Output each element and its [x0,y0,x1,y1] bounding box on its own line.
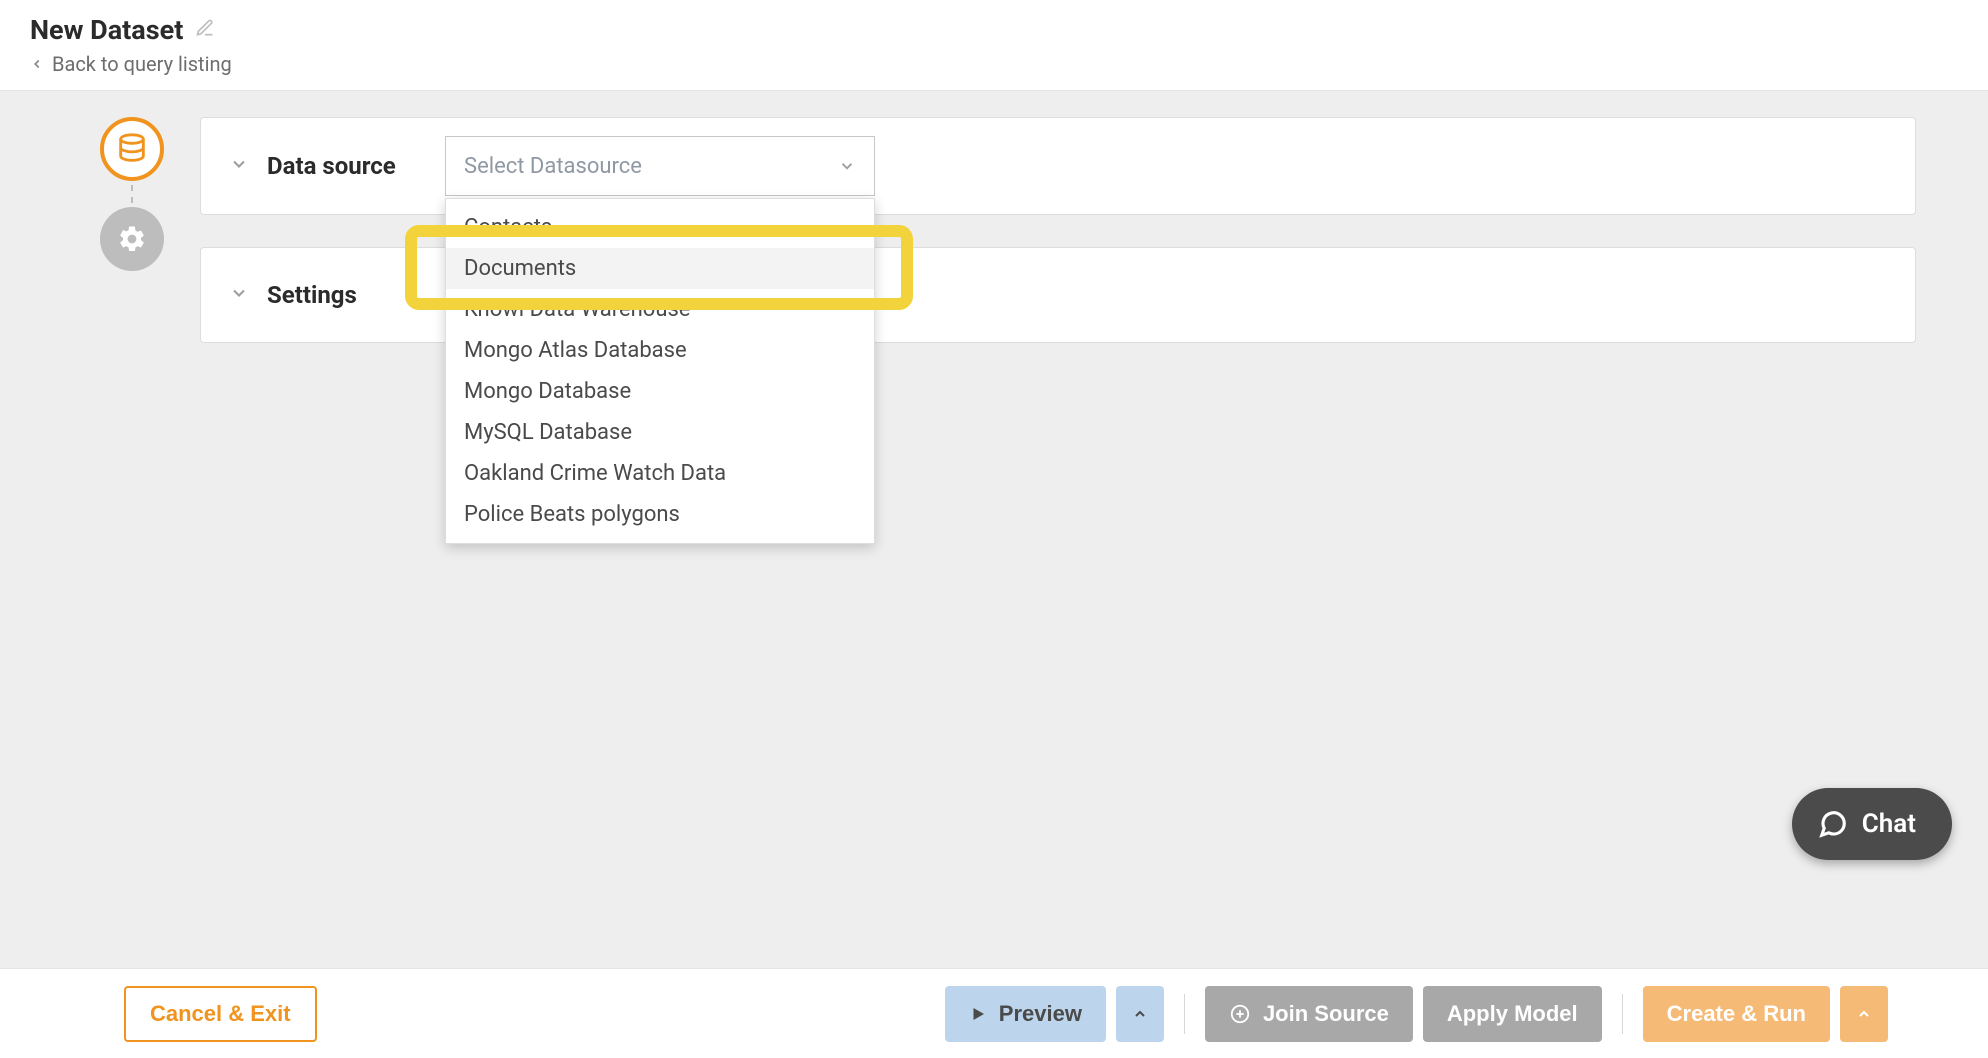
preview-caret-button[interactable] [1116,986,1164,1042]
chat-label: Chat [1862,809,1916,839]
apply-model-button[interactable]: Apply Model [1423,986,1602,1042]
join-source-label: Join Source [1263,1001,1389,1027]
preview-label: Preview [999,1001,1082,1027]
dropdown-option[interactable]: Mongo Database [446,371,874,412]
dropdown-option[interactable]: Contacts [446,207,874,248]
back-to-listing-link[interactable]: Back to query listing [30,52,1958,76]
back-label: Back to query listing [52,52,232,76]
chat-button[interactable]: Chat [1792,788,1952,860]
step-datasource-icon[interactable] [100,117,164,181]
rail-connector [131,185,133,203]
dropdown-option[interactable]: Police Beats polygons [446,494,874,535]
edit-title-icon[interactable] [195,18,215,42]
dropdown-option[interactable]: Documents [446,248,874,289]
join-source-button[interactable]: Join Source [1205,986,1413,1042]
step-rail [100,117,164,271]
datasource-dropdown: ContactsDocumentsKnowi Data WarehouseMon… [445,198,875,544]
chevron-down-icon[interactable] [229,154,249,178]
dropdown-option[interactable]: Knowi Data Warehouse [446,289,874,330]
step-settings-icon[interactable] [100,207,164,271]
settings-label: Settings [267,281,427,309]
footer-divider [1184,994,1185,1034]
datasource-select[interactable]: Select Datasource [445,136,875,196]
dropdown-option[interactable]: MySQL Database [446,412,874,453]
page-header: New Dataset Back to query listing [0,0,1988,90]
main-area: Data source Select Datasource ContactsDo… [0,90,1988,968]
preview-button[interactable]: Preview [945,986,1106,1042]
page-title: New Dataset [30,14,183,46]
dropdown-option[interactable]: Oakland Crime Watch Data [446,453,874,494]
chevron-down-icon[interactable] [229,283,249,307]
create-run-caret-button[interactable] [1840,986,1888,1042]
cancel-exit-button[interactable]: Cancel & Exit [124,986,317,1042]
create-run-button[interactable]: Create & Run [1643,986,1830,1042]
footer-divider [1622,994,1623,1034]
dropdown-option[interactable]: Mongo Atlas Database [446,330,874,371]
select-placeholder: Select Datasource [464,154,642,179]
datasource-panel: Data source Select Datasource ContactsDo… [200,117,1916,215]
footer-bar: Cancel & Exit Preview Join Source Apply … [0,968,1988,1058]
datasource-label: Data source [267,152,427,180]
